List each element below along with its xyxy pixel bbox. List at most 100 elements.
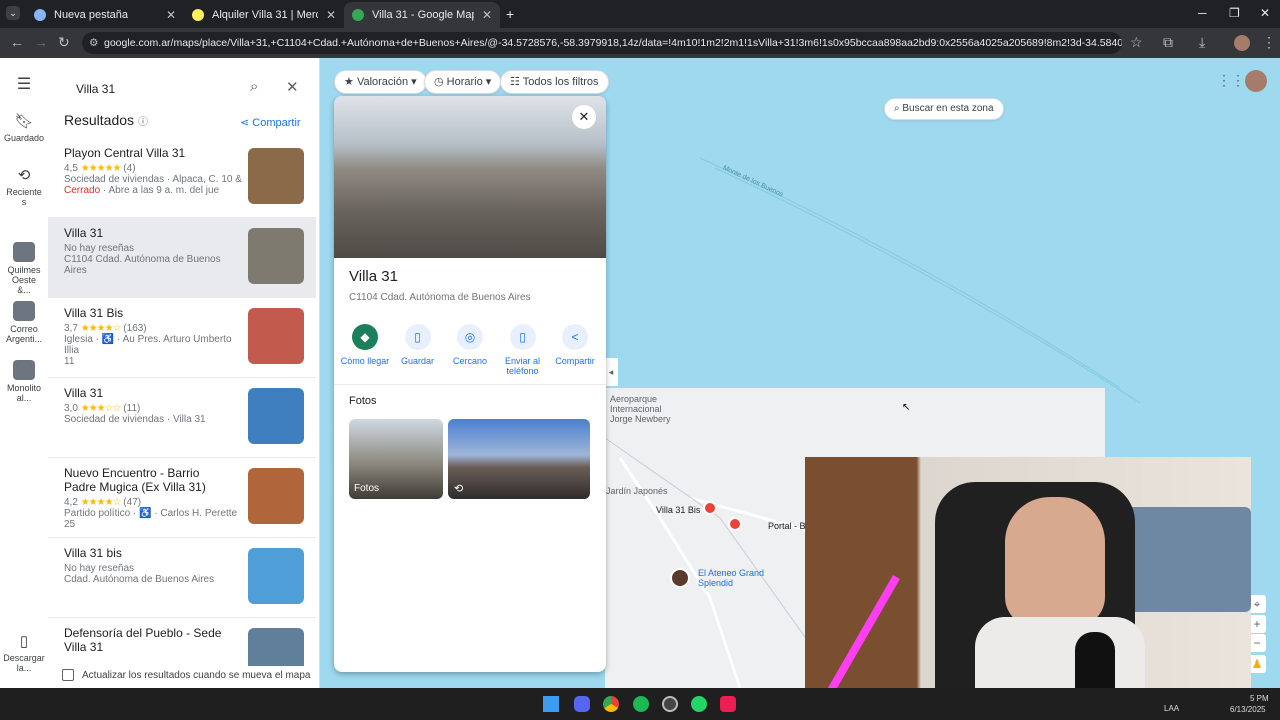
recent-place-correo[interactable]: Correo Argenti... xyxy=(0,301,48,344)
result-item[interactable]: Playon Central Villa 31 4,5 ★★★★★ (4) Soci… xyxy=(48,138,316,218)
result-photo[interactable] xyxy=(248,548,304,604)
search-box[interactable]: Villa 31 ⌕ ✕ xyxy=(62,70,312,106)
search-icon[interactable]: ⌕ xyxy=(250,78,258,95)
result-name[interactable]: Villa 31 Bis xyxy=(64,306,234,320)
spotify-icon[interactable] xyxy=(633,696,649,712)
webcam-overlay xyxy=(805,457,1251,709)
rating-stars: ★★★☆☆ xyxy=(80,403,122,414)
result-name[interactable]: Villa 31 bis xyxy=(64,546,234,560)
result-name[interactable]: Villa 31 xyxy=(64,386,234,400)
chrome-menu-icon[interactable]: ⋮ xyxy=(1262,34,1276,51)
update-results-checkbox[interactable]: Actualizar los resultados cuando se muev… xyxy=(62,669,310,681)
recent-thumbnail xyxy=(13,242,35,262)
reload-icon[interactable]: ↻ xyxy=(58,34,70,51)
filter-horario[interactable]: ◷ Horario ▾ xyxy=(424,70,502,94)
extensions-icon[interactable]: ⧉ xyxy=(1163,34,1173,51)
recents-button[interactable]: ⟲ Reciente s xyxy=(0,166,48,207)
close-tab-icon[interactable]: ✕ xyxy=(482,8,492,22)
result-item[interactable]: Villa 31 Bis 3,7 ★★★★☆ (163) Iglesia · ♿ ·… xyxy=(48,298,316,378)
place-card: ✕ Villa 31 C1104 Cdad. Autónoma de Bueno… xyxy=(334,96,606,672)
info-icon[interactable]: ⓘ xyxy=(138,117,148,128)
result-photo[interactable] xyxy=(248,628,304,666)
profile-avatar[interactable] xyxy=(1234,35,1250,51)
result-detail: Iglesia · ♿ · Au Pres. Arturo Umberto Il… xyxy=(64,334,232,356)
result-item[interactable]: Villa 31 No hay reseñas C1104 Cdad. Autóno… xyxy=(48,218,316,298)
tab-search-icon[interactable]: ⌄ xyxy=(6,6,20,20)
action-2[interactable]: ◎ Cercano xyxy=(445,324,495,376)
portal-label: Portal - B xyxy=(768,521,806,531)
results-panel: Villa 31 ⌕ ✕ Resultados ⓘ ⋖ Compartir Pl… xyxy=(48,58,320,688)
photo-thumbnail-1[interactable]: Fotos xyxy=(349,419,443,499)
place-hero-photo[interactable] xyxy=(334,96,606,258)
download-icon[interactable]: ⤓ xyxy=(1199,34,1205,51)
obs-icon[interactable] xyxy=(662,696,678,712)
result-detail: No hay reseñas xyxy=(64,563,135,574)
chrome-icon[interactable] xyxy=(603,696,619,712)
bookmark-star-icon[interactable]: ☆ xyxy=(1130,34,1143,51)
result-name[interactable]: Villa 31 xyxy=(64,226,234,240)
action-0[interactable]: ◆ Cómo llegar xyxy=(340,324,390,376)
photos-heading: Fotos xyxy=(349,395,377,407)
minimize-button[interactable]: ─ xyxy=(1198,6,1207,20)
result-item[interactable]: Villa 31 bis No hay reseñas Cdad. Autónoma… xyxy=(48,538,316,618)
result-name[interactable]: Nuevo Encuentro - Barrio Padre Mugica (E… xyxy=(64,466,234,494)
result-photo[interactable] xyxy=(248,308,304,364)
filter-todos[interactable]: ☷ Todos los filtros xyxy=(500,70,609,94)
close-tab-icon[interactable]: ✕ xyxy=(326,8,336,22)
action-3[interactable]: ▯ Enviar al teléfono xyxy=(498,324,548,376)
tab-nueva[interactable]: Nueva pestaña ✕ xyxy=(26,2,184,28)
checkbox[interactable] xyxy=(62,669,74,681)
action-1[interactable]: ▯ Guardar xyxy=(393,324,443,376)
place-address: C1104 Cdad. Autónoma de Buenos Aires xyxy=(349,292,531,303)
action-icon: ◎ xyxy=(457,324,483,350)
start-button[interactable] xyxy=(543,696,559,712)
menu-button[interactable]: ☰ xyxy=(0,74,48,94)
action-4[interactable]: < Compartir xyxy=(550,324,600,376)
clock-date[interactable]: 6/13/2025 xyxy=(1230,705,1266,714)
account-avatar[interactable] xyxy=(1245,70,1267,92)
result-item[interactable]: Villa 31 3,0 ★★★☆☆ (11) Sociedad de vivien… xyxy=(48,378,316,458)
maximize-button[interactable]: ❐ xyxy=(1229,6,1240,20)
result-name[interactable]: Playon Central Villa 31 xyxy=(64,146,234,160)
share-results-button[interactable]: ⋖ Compartir xyxy=(240,116,301,129)
search-input[interactable]: Villa 31 xyxy=(76,82,115,96)
recent-place-monolito[interactable]: Monolito al... xyxy=(0,360,48,403)
result-detail-2: C1104 Cdad. Autónoma de Buenos Aires xyxy=(64,254,221,276)
discord-icon[interactable] xyxy=(574,696,590,712)
forward-icon[interactable]: → xyxy=(34,34,48,50)
close-window-button[interactable]: ✕ xyxy=(1260,6,1270,20)
result-photo[interactable] xyxy=(248,388,304,444)
filter-valoracion[interactable]: ★ Valoración ▾ xyxy=(334,70,427,94)
result-photo[interactable] xyxy=(248,468,304,524)
whatsapp-icon[interactable] xyxy=(691,696,707,712)
close-card-button[interactable]: ✕ xyxy=(572,105,596,129)
new-tab-button[interactable]: + xyxy=(506,6,514,22)
download-app-button[interactable]: ▯ Descargar la... xyxy=(0,632,48,673)
result-name[interactable]: Defensoría del Pueblo - Sede Villa 31 xyxy=(64,626,234,654)
result-item[interactable]: Defensoría del Pueblo - Sede Villa 31 xyxy=(48,618,316,666)
tab-mercadolibre[interactable]: Alquiler Villa 31 | MercadoLibre✕ xyxy=(184,2,344,28)
clear-search-icon[interactable]: ✕ xyxy=(286,78,299,96)
red-pin-icon[interactable] xyxy=(728,517,742,531)
back-icon[interactable]: ← xyxy=(10,34,24,50)
apps-grid-icon[interactable]: ⋮⋮ xyxy=(1217,72,1245,89)
url-field[interactable]: ⚙ google.com.ar/maps/place/Villa+31,+C110… xyxy=(82,32,1122,54)
input-language[interactable]: LAA xyxy=(1164,704,1179,713)
ateneo-photo-pin[interactable] xyxy=(670,568,690,588)
tiktok-icon[interactable] xyxy=(720,696,736,712)
tab-google-maps[interactable]: Villa 31 - Google Maps ✕ xyxy=(344,2,500,28)
result-photo[interactable] xyxy=(248,228,304,284)
collapse-panel-button[interactable]: ◂ xyxy=(604,358,618,386)
saved-button[interactable]: 🔖︎ Guardado xyxy=(0,112,48,143)
clock-time[interactable]: 5 PM xyxy=(1250,694,1269,703)
result-detail: Sociedad de viviendas · Alpaca, C. 10 & xyxy=(64,174,242,185)
recent-place-quilmes[interactable]: Quilmes Oeste &... xyxy=(0,242,48,295)
search-this-area-button[interactable]: ⌕ Buscar en esta zona xyxy=(884,98,1004,120)
result-photo[interactable] xyxy=(248,148,304,204)
photo-thumbnail-2[interactable]: ⟲ xyxy=(448,419,590,499)
red-pin-icon[interactable] xyxy=(703,501,717,515)
place-actions: ◆ Cómo llegar ▯ Guardar ◎ Cercano ▯ Enviar al t… xyxy=(340,324,600,376)
close-tab-icon[interactable]: ✕ xyxy=(166,8,176,22)
site-info-icon[interactable]: ⚙ xyxy=(89,32,98,54)
result-item[interactable]: Nuevo Encuentro - Barrio Padre Mugica (E… xyxy=(48,458,316,538)
